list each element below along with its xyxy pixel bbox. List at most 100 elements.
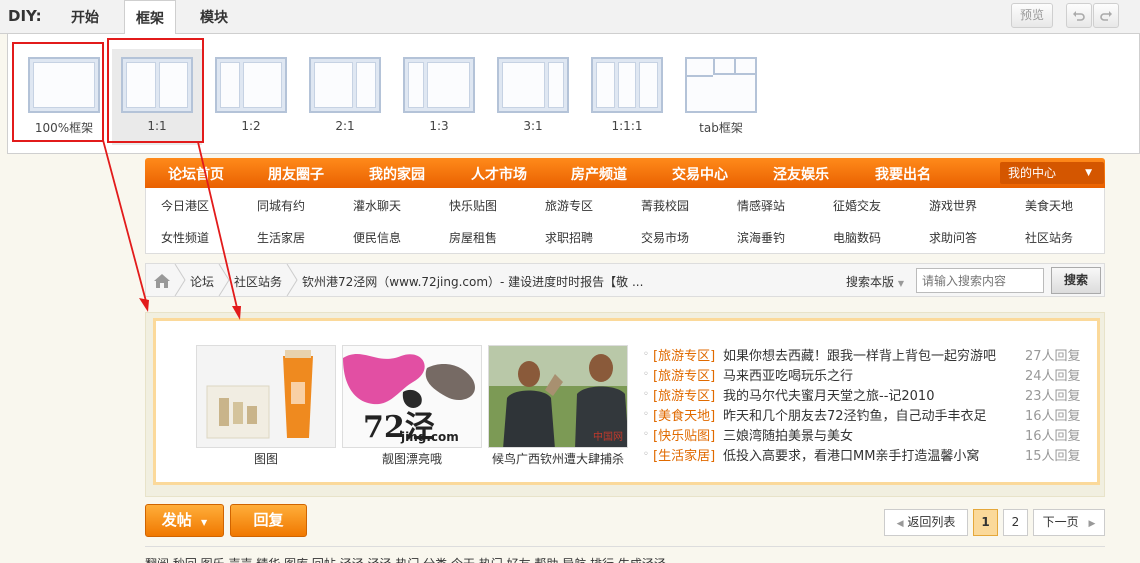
nav-item[interactable]: 朋友圈子 xyxy=(268,164,324,184)
layout-100-percent[interactable]: 100%框架 xyxy=(19,49,109,145)
subnav-item[interactable]: 菁莪校园 xyxy=(641,197,689,214)
nav-item[interactable]: 房产频道 xyxy=(571,164,627,184)
subnav-item[interactable]: 交易市场 xyxy=(641,229,689,246)
reply-count: 24人回复 xyxy=(1025,369,1081,384)
diy-label: DIY: xyxy=(8,7,42,25)
subnav-item[interactable]: 情感驿站 xyxy=(737,197,785,214)
diy-block: 图图 72泾 jing.com 靓图漂亮哦 中国网 候鸟广西钦州遭大肆捕杀 ◦ … xyxy=(153,318,1100,485)
redo-icon xyxy=(1100,11,1112,21)
search-button[interactable]: 搜索 xyxy=(1051,267,1101,294)
my-center-dropdown[interactable]: 我的中心 ▼ xyxy=(1000,162,1104,184)
subnav-item[interactable]: 征婚交友 xyxy=(833,197,881,214)
subnav-item[interactable]: 房屋租售 xyxy=(449,229,497,246)
subnav-item[interactable]: 游戏世界 xyxy=(929,197,977,214)
tab-module[interactable]: 模块 xyxy=(200,7,228,27)
news-list: ◦ [旅游专区] 如果你想去西藏！跟我一样背上背包一起穷游吧 27人回复 ◦ [… xyxy=(643,345,1083,465)
subnav-item[interactable]: 电脑数码 xyxy=(833,229,881,246)
image-item[interactable]: 中国网 候鸟广西钦州遭大肆捕杀 xyxy=(488,345,628,467)
subnav-item[interactable]: 灌水聊天 xyxy=(353,197,401,214)
back-to-list-button[interactable]: ◀ 返回列表 xyxy=(884,509,968,536)
tab-start[interactable]: 开始 xyxy=(71,7,99,27)
preview-button[interactable]: 预览 xyxy=(1011,3,1053,28)
bullet-icon: ◦ xyxy=(643,429,649,440)
subnav-item[interactable]: 女性频道 xyxy=(161,229,209,246)
chevron-right-icon: ▶ xyxy=(1088,519,1096,529)
layout-panel: 100%框架 1:1 1:2 2:1 1:3 3:1 1:1:1 tab框架 xyxy=(7,34,1140,154)
layout-1-3[interactable]: 1:3 xyxy=(394,49,484,145)
news-category[interactable]: [快乐贴图] xyxy=(653,425,715,444)
news-category[interactable]: [旅游专区] xyxy=(653,345,715,364)
undo-button[interactable] xyxy=(1066,3,1092,28)
next-page-button[interactable]: 下一页 ▶ xyxy=(1033,509,1105,536)
layout-name: 1:1 xyxy=(147,119,167,133)
search-input[interactable] xyxy=(916,268,1044,293)
product-image xyxy=(196,345,336,448)
reply-button[interactable]: 回复 xyxy=(230,504,307,537)
subnav-item[interactable]: 求职招聘 xyxy=(545,229,593,246)
my-center-label: 我的中心 xyxy=(1008,166,1057,180)
image-item[interactable]: 图图 xyxy=(196,345,336,467)
layout-1-1-1[interactable]: 1:1:1 xyxy=(582,49,672,145)
bullet-icon: ◦ xyxy=(643,389,649,400)
layout-thumbnail xyxy=(497,57,569,113)
list-item: ◦ [旅游专区] 马来西亚吃喝玩乐之行 24人回复 xyxy=(643,365,1083,385)
subnav-item[interactable]: 社区站务 xyxy=(1025,229,1073,246)
nav-item[interactable]: 我的家园 xyxy=(369,164,425,184)
subnav-item[interactable]: 滨海垂钓 xyxy=(737,229,785,246)
tab-frame[interactable]: 框架 xyxy=(124,0,176,35)
search-scope-label: 搜索本版 xyxy=(846,275,895,289)
search-scope-select[interactable]: 搜索本版 ▼ xyxy=(846,273,904,290)
home-icon[interactable] xyxy=(153,273,171,289)
layout-name: 1:2 xyxy=(241,119,261,133)
news-category[interactable]: [美食天地] xyxy=(653,405,715,424)
chevron-down-icon: ▼ xyxy=(1085,168,1092,178)
subnav-item[interactable]: 快乐贴图 xyxy=(449,197,497,214)
layout-tab[interactable]: tab框架 xyxy=(676,49,766,145)
subnav-item[interactable]: 今日港区 xyxy=(161,197,209,214)
news-category[interactable]: [旅游专区] xyxy=(653,385,715,404)
news-title[interactable]: 如果你想去西藏！跟我一样背上背包一起穷游吧 xyxy=(723,345,996,364)
subnav-item[interactable]: 生活家居 xyxy=(257,229,305,246)
post-label: 发帖 xyxy=(161,511,192,529)
news-title[interactable]: 三娘湾随拍美景与美女 xyxy=(723,425,853,444)
bullet-icon: ◦ xyxy=(643,349,649,360)
breadcrumb-item[interactable]: 论坛 xyxy=(190,273,214,290)
arrow-line xyxy=(102,139,148,306)
subnav-item[interactable]: 旅游专区 xyxy=(545,197,593,214)
news-title[interactable]: 昨天和几个朋友去72泾钓鱼，自己动手丰衣足 xyxy=(723,405,987,424)
breadcrumb-item[interactable]: 社区站务 xyxy=(234,273,282,290)
72jing-image: 72泾 jing.com xyxy=(342,345,482,448)
redo-button[interactable] xyxy=(1093,3,1119,28)
layout-1-2[interactable]: 1:2 xyxy=(206,49,296,145)
image-item[interactable]: 72泾 jing.com 靓图漂亮哦 xyxy=(342,345,482,467)
news-title[interactable]: 马来西亚吃喝玩乐之行 xyxy=(723,365,853,384)
subnav-item[interactable]: 美食天地 xyxy=(1025,197,1073,214)
news-title[interactable]: 我的马尔代夫蜜月天堂之旅--记2010 xyxy=(723,385,934,404)
page-1[interactable]: 1 xyxy=(973,509,998,536)
layout-name: 1:3 xyxy=(429,119,449,133)
nav-item[interactable]: 论坛首页 xyxy=(168,164,224,184)
reply-count: 27人回复 xyxy=(1025,349,1081,364)
layout-3-1[interactable]: 3:1 xyxy=(488,49,578,145)
post-button[interactable]: 发帖 ▼ xyxy=(145,504,224,537)
back-label: 返回列表 xyxy=(907,515,956,529)
nav-item[interactable]: 我要出名 xyxy=(875,164,931,184)
breadcrumb-current[interactable]: 钦州港72泾网（www.72jing.com）- 建设进度时时报告【敬 ... xyxy=(302,273,643,290)
layout-1-1[interactable]: 1:1 xyxy=(112,49,202,145)
page-2[interactable]: 2 xyxy=(1003,509,1028,536)
nav-item[interactable]: 人才市场 xyxy=(471,164,527,184)
list-item: ◦ [生活家居] 低投入高要求，看港口MM亲手打造温馨小窝 15人回复 xyxy=(643,445,1083,465)
layout-name: 100%框架 xyxy=(34,121,94,135)
list-item: ◦ [旅游专区] 我的马尔代夫蜜月天堂之旅--记2010 23人回复 xyxy=(643,385,1083,405)
subnav-item[interactable]: 便民信息 xyxy=(353,229,401,246)
news-category[interactable]: [旅游专区] xyxy=(653,365,715,384)
layout-2-1[interactable]: 2:1 xyxy=(300,49,390,145)
subnav-item[interactable]: 求助问答 xyxy=(929,229,977,246)
reply-count: 16人回复 xyxy=(1025,409,1081,424)
news-title[interactable]: 低投入高要求，看港口MM亲手打造温馨小窝 xyxy=(723,445,979,464)
news-category[interactable]: [生活家居] xyxy=(653,445,715,464)
main-nav: 论坛首页 朋友圈子 我的家园 人才市场 房产频道 交易中心 泾友娱乐 我要出名 … xyxy=(145,158,1105,188)
nav-item[interactable]: 交易中心 xyxy=(672,164,728,184)
nav-item[interactable]: 泾友娱乐 xyxy=(773,164,829,184)
subnav-item[interactable]: 同城有约 xyxy=(257,197,305,214)
